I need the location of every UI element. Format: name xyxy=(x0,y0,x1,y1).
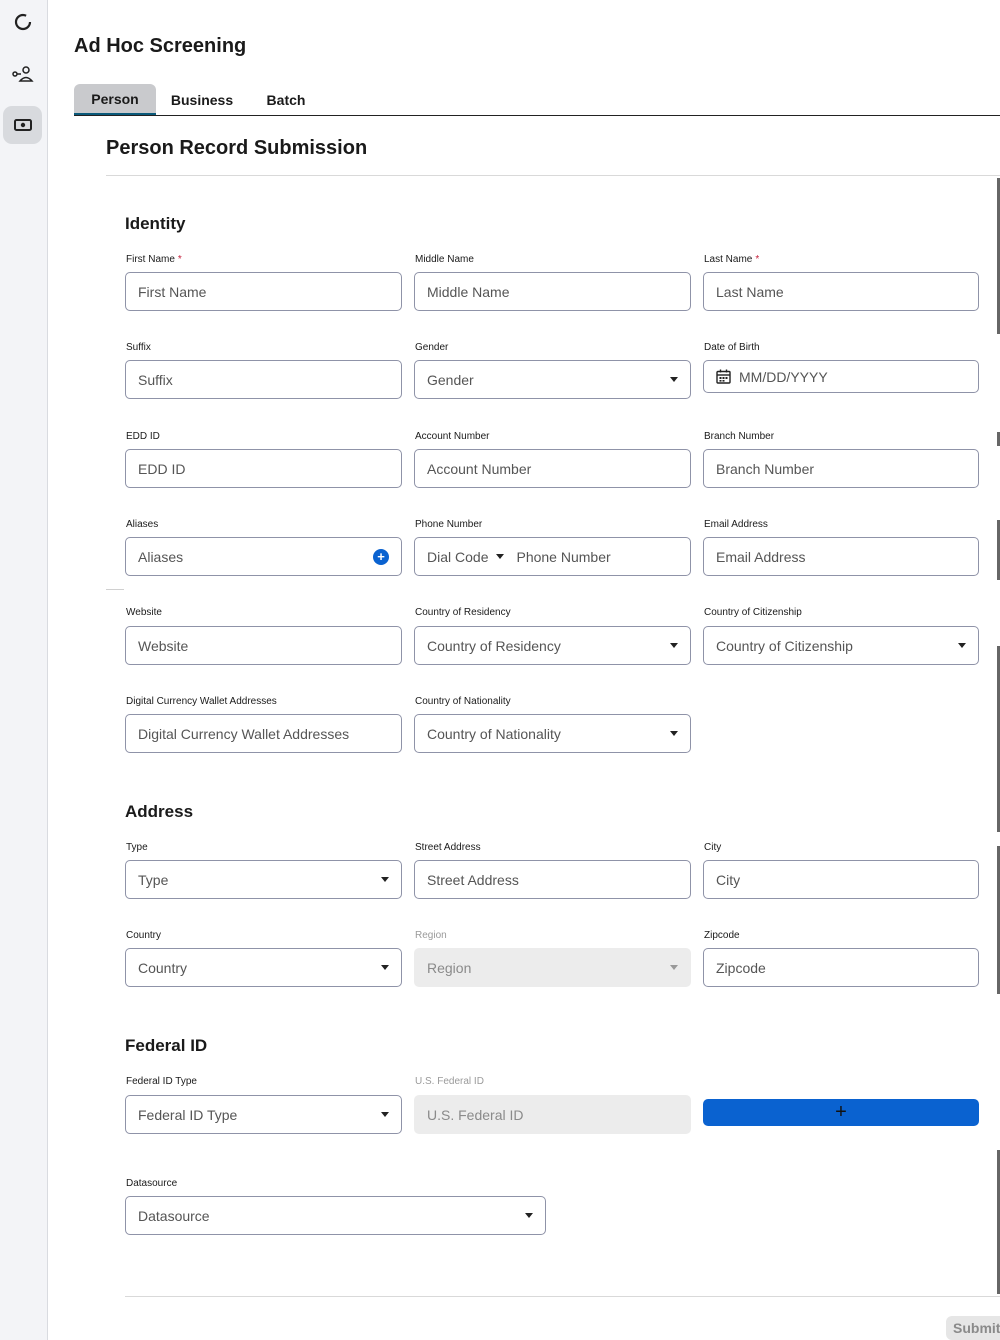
email-input[interactable]: Email Address xyxy=(703,537,979,576)
region-label: Region xyxy=(415,930,447,941)
account-number-input[interactable]: Account Number xyxy=(414,449,691,488)
edd-id-input[interactable]: EDD ID xyxy=(125,449,402,488)
country-residency-label: Country of Residency xyxy=(415,607,511,618)
aliases-input[interactable]: Aliases + xyxy=(125,537,402,576)
middle-name-label: Middle Name xyxy=(415,254,474,265)
branch-number-input[interactable]: Branch Number xyxy=(703,449,979,488)
aliases-label: Aliases xyxy=(126,519,159,530)
suffix-input[interactable]: Suffix xyxy=(125,360,402,399)
us-federal-id-input: U.S. Federal ID xyxy=(414,1095,691,1134)
dial-code-select[interactable]: Dial Code xyxy=(427,549,488,565)
last-name-label: Last Name * xyxy=(704,254,760,265)
dob-label: Date of Birth xyxy=(704,342,760,353)
submit-button[interactable]: Submit xyxy=(946,1316,1000,1340)
tab-business[interactable]: Business xyxy=(164,84,240,115)
tab-bar: Person Business Batch xyxy=(74,84,1000,116)
chevron-down-icon xyxy=(670,965,678,970)
tab-person[interactable]: Person xyxy=(74,84,156,115)
branch-number-label: Branch Number xyxy=(704,431,775,442)
sidebar-item-persons[interactable] xyxy=(3,55,42,93)
section-identity-title: Identity xyxy=(125,214,186,233)
city-label: City xyxy=(704,842,722,853)
federal-id-type-label: Federal ID Type xyxy=(126,1076,197,1087)
chevron-down-icon xyxy=(670,731,678,736)
country-residency-select[interactable]: Country of Residency xyxy=(414,626,691,665)
add-alias-icon[interactable]: + xyxy=(373,549,389,565)
page-title: Ad Hoc Screening xyxy=(74,35,247,57)
dob-input[interactable]: MM/DD/YYYY xyxy=(703,360,979,393)
address-type-select[interactable]: Type xyxy=(125,860,402,899)
person-link-icon xyxy=(11,66,34,82)
first-name-label: First Name * xyxy=(126,254,182,265)
address-type-label: Type xyxy=(126,842,148,853)
divider xyxy=(106,589,124,590)
gender-select[interactable]: Gender xyxy=(414,360,691,399)
phone-number-input[interactable]: Phone Number xyxy=(516,549,610,565)
region-select: Region xyxy=(414,948,691,987)
gender-label: Gender xyxy=(415,342,449,353)
form-title: Person Record Submission xyxy=(106,137,368,159)
section-federal-id-title: Federal ID xyxy=(125,1036,208,1055)
phone-number-label: Phone Number xyxy=(415,519,483,530)
middle-name-input[interactable]: Middle Name xyxy=(414,272,691,311)
chevron-down-icon xyxy=(670,643,678,648)
country-nationality-label: Country of Nationality xyxy=(415,696,511,707)
country-select[interactable]: Country xyxy=(125,948,402,987)
country-label: Country xyxy=(126,930,162,941)
loading-ring-icon xyxy=(14,13,31,31)
chevron-down-icon xyxy=(958,643,966,648)
last-name-input[interactable]: Last Name xyxy=(703,272,979,311)
zipcode-label: Zipcode xyxy=(704,930,740,941)
tab-batch[interactable]: Batch xyxy=(254,84,318,115)
chevron-down-icon xyxy=(381,877,389,882)
country-citizenship-label: Country of Citizenship xyxy=(704,607,802,618)
sidebar xyxy=(0,0,48,1340)
chevron-down-icon xyxy=(670,377,678,382)
sidebar-item-screening-status[interactable] xyxy=(3,3,42,41)
website-label: Website xyxy=(126,607,162,618)
datasource-label: Datasource xyxy=(126,1178,178,1189)
email-label: Email Address xyxy=(704,519,768,530)
phone-number-field[interactable]: Dial Code Phone Number xyxy=(414,537,691,576)
suffix-label: Suffix xyxy=(126,342,151,353)
first-name-input[interactable]: First Name xyxy=(125,272,402,311)
street-label: Street Address xyxy=(415,842,481,853)
divider xyxy=(106,175,1000,176)
datasource-select[interactable]: Datasource xyxy=(125,1196,546,1235)
edd-id-label: EDD ID xyxy=(126,431,160,442)
wallet-input[interactable]: Digital Currency Wallet Addresses xyxy=(125,714,402,753)
country-nationality-select[interactable]: Country of Nationality xyxy=(414,714,691,753)
us-federal-id-label: U.S. Federal ID xyxy=(415,1076,484,1087)
zipcode-input[interactable]: Zipcode xyxy=(703,948,979,987)
chevron-down-icon xyxy=(496,554,505,559)
calendar-icon xyxy=(716,369,731,384)
add-federal-id-button[interactable]: + xyxy=(703,1099,979,1126)
section-address-title: Address xyxy=(125,802,194,821)
website-input[interactable]: Website xyxy=(125,626,402,665)
sidebar-item-adhoc[interactable] xyxy=(3,106,42,144)
wallet-label: Digital Currency Wallet Addresses xyxy=(126,696,277,707)
country-citizenship-select[interactable]: Country of Citizenship xyxy=(703,626,979,665)
chevron-down-icon xyxy=(525,1213,533,1218)
chevron-down-icon xyxy=(381,965,389,970)
city-input[interactable]: City xyxy=(703,860,979,899)
chevron-down-icon xyxy=(381,1112,389,1117)
id-card-icon xyxy=(13,119,32,131)
street-input[interactable]: Street Address xyxy=(414,860,691,899)
federal-id-type-select[interactable]: Federal ID Type xyxy=(125,1095,402,1134)
account-number-label: Account Number xyxy=(415,431,490,442)
divider xyxy=(125,1296,1000,1297)
